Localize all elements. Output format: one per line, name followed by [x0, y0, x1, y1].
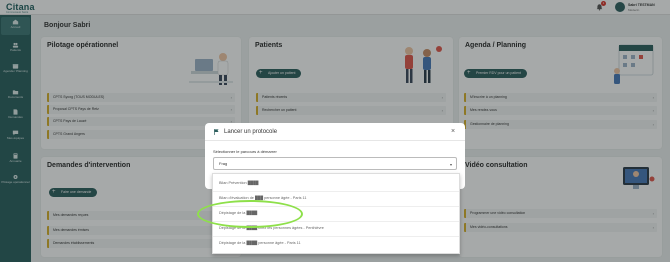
modal-header: Lancer un protocole × [205, 123, 465, 141]
highlight-annotation [197, 200, 303, 228]
protocol-select[interactable]: Frag ▾ [213, 157, 457, 170]
field-label: Sélectionner le parcours à démarrer [213, 149, 277, 154]
caret-down-icon[interactable]: ▾ [450, 162, 452, 167]
modal-title: Lancer un protocole [224, 129, 278, 135]
close-icon[interactable]: × [451, 128, 455, 135]
dropdown-option[interactable]: Dépistage de la ████ personne âgée - Par… [219, 241, 301, 245]
flag-icon [214, 129, 219, 135]
dropdown-option[interactable]: Bilan d'évaluation de ███ personne âgée … [219, 196, 306, 200]
protocol-search-input[interactable]: Frag [219, 161, 227, 166]
divider [213, 236, 459, 237]
divider [213, 191, 459, 192]
dropdown-option[interactable]: Bilan Prévention ████ [219, 181, 258, 185]
